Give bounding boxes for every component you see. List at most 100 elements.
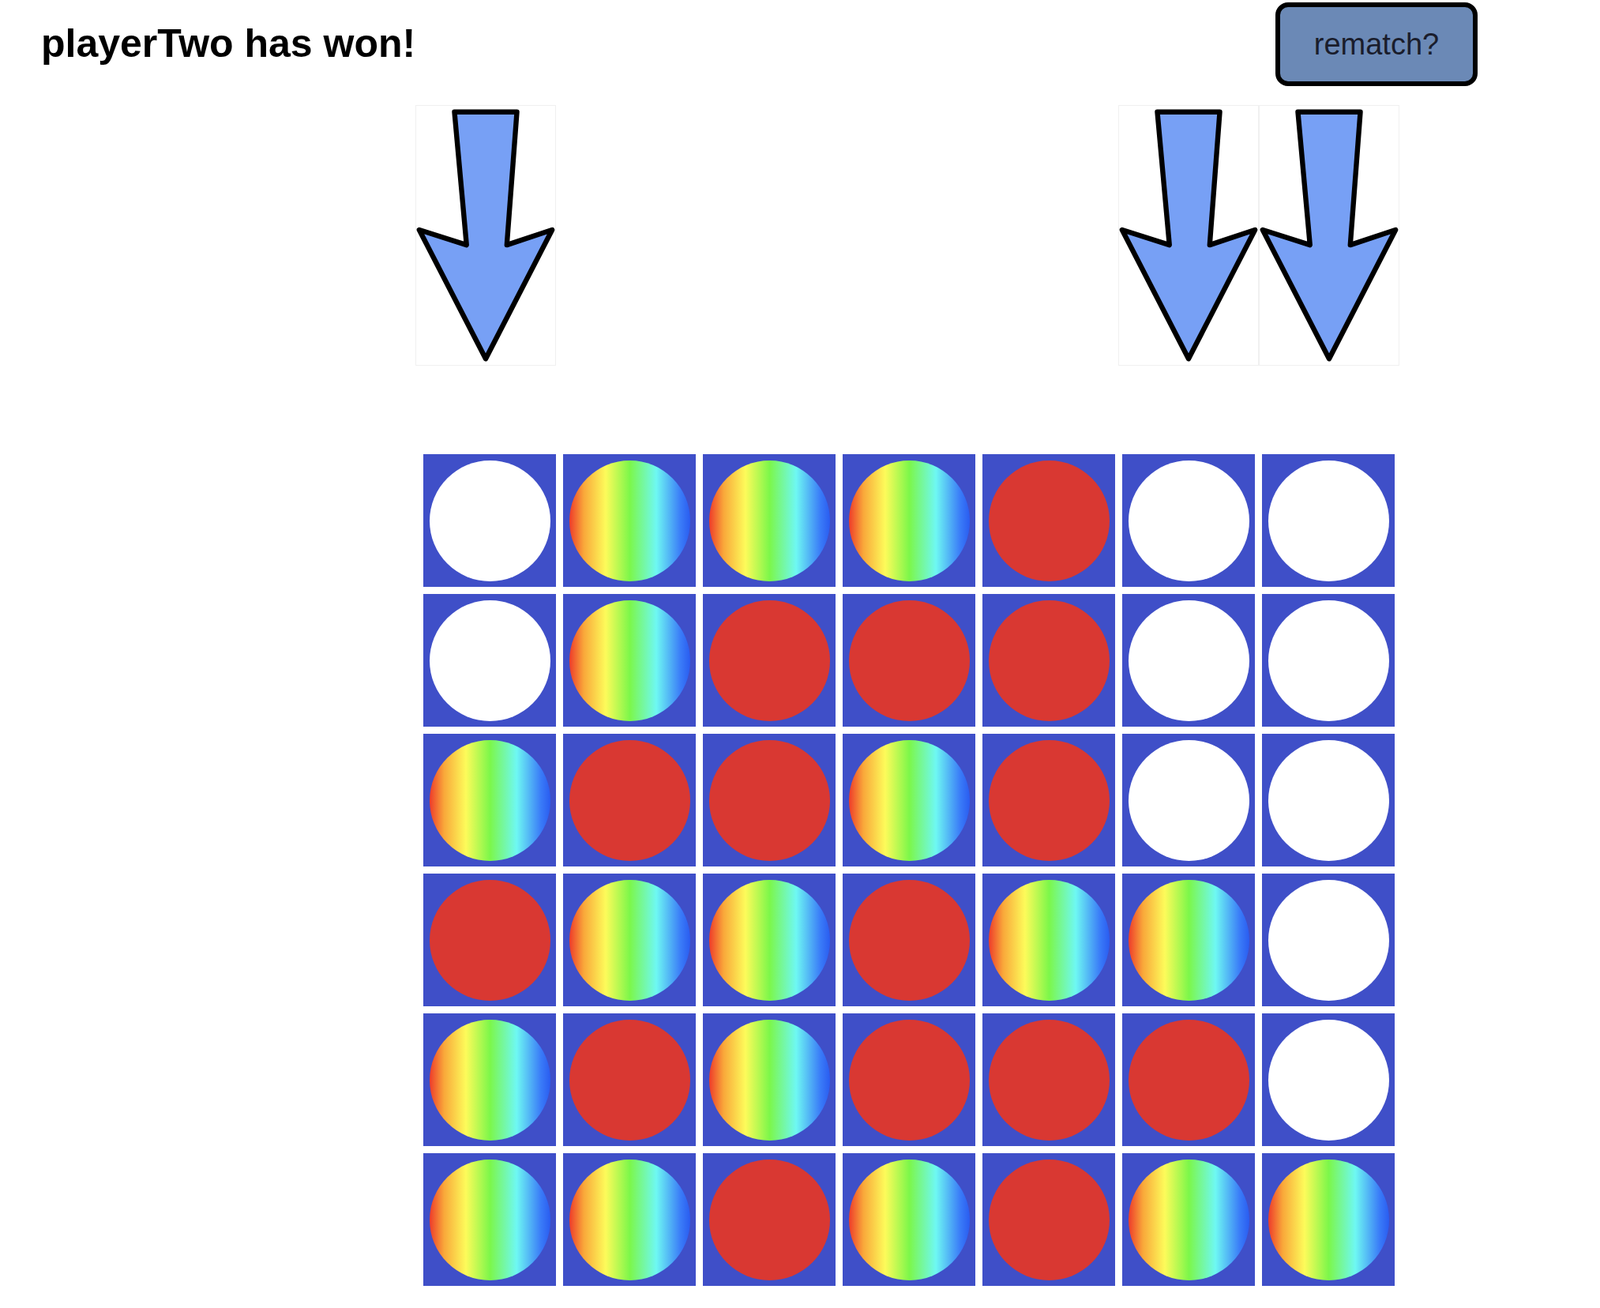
down-arrow-icon[interactable] [1118,105,1259,366]
board-cell[interactable] [563,733,696,867]
board-cell[interactable] [423,593,556,727]
piece [848,1159,970,1281]
piece [569,460,691,582]
board-cell[interactable] [563,1013,696,1146]
board-cell[interactable] [702,1153,836,1286]
board-cell[interactable] [842,1153,976,1286]
game-board [423,454,1395,1286]
piece [848,739,970,861]
board-cell[interactable] [982,1153,1116,1286]
piece [988,1019,1110,1141]
piece [988,739,1110,861]
drop-slot [977,105,1119,366]
board-cell[interactable] [1261,873,1395,1007]
piece [1128,879,1250,1001]
drop-slot[interactable] [1118,105,1259,366]
board-cell[interactable] [982,454,1116,587]
board-cell[interactable] [1261,1013,1395,1146]
piece [1268,600,1390,722]
board-cell[interactable] [563,1153,696,1286]
piece [709,1019,831,1141]
piece [709,739,831,861]
piece [429,879,551,1001]
board-cell[interactable] [563,454,696,587]
piece [569,739,691,861]
board-cell[interactable] [423,1153,556,1286]
piece [988,1159,1110,1281]
piece [429,739,551,861]
board-cell[interactable] [702,454,836,587]
piece [1128,600,1250,722]
board-cell[interactable] [563,873,696,1007]
piece [429,600,551,722]
board-cell[interactable] [1261,733,1395,867]
game-page: playerTwo has won! rematch? [0,0,1600,1308]
piece [1128,739,1250,861]
piece [1268,1159,1390,1281]
piece [429,460,551,582]
board-cell[interactable] [982,593,1116,727]
piece [1268,460,1390,582]
drop-slot [555,105,697,366]
drop-arrow-row [415,105,1600,366]
drop-slot [696,105,838,366]
board-cell[interactable] [423,873,556,1007]
piece [848,460,970,582]
piece [709,600,831,722]
piece [429,1159,551,1281]
piece [988,460,1110,582]
board-cell[interactable] [1122,593,1255,727]
drop-slot[interactable] [1258,105,1400,366]
piece [569,1159,691,1281]
piece [1268,879,1390,1001]
drop-slot[interactable] [415,105,556,366]
piece [429,1019,551,1141]
piece [988,600,1110,722]
board-cell[interactable] [423,1013,556,1146]
down-arrow-icon[interactable] [415,105,556,366]
board-cell[interactable] [1122,1153,1255,1286]
board-cell[interactable] [842,454,976,587]
board-cell[interactable] [702,733,836,867]
piece [848,1019,970,1141]
piece [1268,739,1390,861]
board-cell[interactable] [702,1013,836,1146]
board-cell[interactable] [423,454,556,587]
piece [1128,460,1250,582]
piece [709,1159,831,1281]
board-cell[interactable] [702,873,836,1007]
board-cell[interactable] [1122,733,1255,867]
board-cell[interactable] [982,733,1116,867]
board-cell[interactable] [423,733,556,867]
drop-slot [837,105,978,366]
board-cell[interactable] [702,593,836,727]
header: playerTwo has won! rematch? [0,0,1600,87]
board-cell[interactable] [563,593,696,727]
piece [1268,1019,1390,1141]
board-cell[interactable] [1261,454,1395,587]
piece [1128,1019,1250,1141]
piece [569,879,691,1001]
board-cell[interactable] [842,593,976,727]
piece [569,1019,691,1141]
board-cell[interactable] [1122,1013,1255,1146]
board-cell[interactable] [982,873,1116,1007]
piece [709,879,831,1001]
rematch-button[interactable]: rematch? [1275,2,1478,87]
board-cell[interactable] [1122,873,1255,1007]
board-cell[interactable] [842,1013,976,1146]
piece [848,879,970,1001]
piece [848,600,970,722]
piece [709,460,831,582]
board-cell[interactable] [842,733,976,867]
board-cell[interactable] [1261,1153,1395,1286]
status-text: playerTwo has won! [41,19,416,68]
board-cell[interactable] [842,873,976,1007]
piece [569,600,691,722]
board-cell[interactable] [1261,593,1395,727]
piece [1128,1159,1250,1281]
down-arrow-icon[interactable] [1258,105,1400,366]
piece [988,879,1110,1001]
board-cell[interactable] [1122,454,1255,587]
board-cell[interactable] [982,1013,1116,1146]
